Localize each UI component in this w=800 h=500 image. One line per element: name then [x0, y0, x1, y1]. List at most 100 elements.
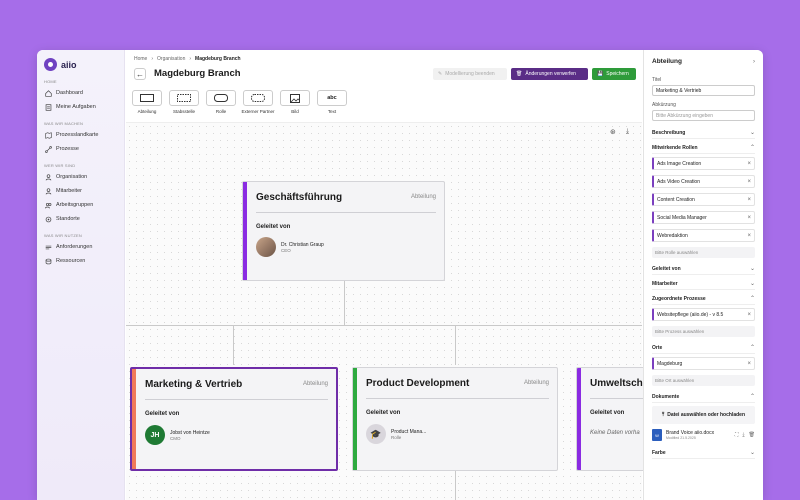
upload-icon: ⤒ [661, 412, 665, 418]
sidebar-item-dashboard[interactable]: Dashboard [42, 86, 119, 100]
sidebar-item-label: Ressourcen [56, 258, 86, 264]
role-chip: Social Media Manager × [652, 211, 755, 224]
sidebar-item-label: Prozesslandkarte [56, 132, 99, 138]
accordion-beschreibung[interactable]: Beschreibung ⌄ [652, 127, 755, 139]
close-icon[interactable]: × [747, 361, 751, 367]
card-type: Abteilung [523, 380, 549, 386]
chip-label: Webredaktion [657, 232, 688, 239]
chevron-right-icon[interactable]: › [753, 59, 755, 65]
avatar: JH [145, 425, 165, 445]
group-icon [45, 202, 52, 209]
person-role: CMO [170, 435, 181, 441]
upload-button[interactable]: ⤒ Datei auswählen oder hochladen [652, 406, 755, 424]
sidebar-item-prozesse[interactable]: Prozesse [42, 142, 119, 156]
process-chip: Websitepflege (aiio.de) - v 8.5 × [652, 308, 755, 321]
card-type: Abteilung [302, 381, 328, 387]
trash-icon[interactable]: 🗑 [749, 432, 755, 438]
sidebar-item-label: Mitarbeiter [56, 188, 82, 194]
download-icon[interactable]: ⤓ [626, 128, 634, 136]
location-select[interactable]: Bitte Ort auswählen [652, 375, 755, 386]
accordion-mitarbeiter[interactable]: Mitarbeiter ⌄ [652, 278, 755, 290]
sidebar-item-anforderungen[interactable]: Anforderungen [42, 240, 119, 254]
tool-abteilung[interactable]: Abteilung [132, 90, 162, 120]
role-chip: Ads Image Creation × [652, 157, 755, 170]
person-name: Jobst von Heintze [170, 429, 210, 436]
org-card-product-development[interactable]: Product Development Abteilung Geleitet v… [352, 367, 558, 471]
close-icon[interactable]: × [747, 179, 751, 185]
close-icon[interactable]: × [747, 197, 751, 203]
image-icon [280, 90, 310, 106]
section-label-home: HOME [44, 79, 57, 84]
breadcrumb-item[interactable]: Organisation [157, 56, 185, 62]
role-shape-icon [206, 90, 236, 106]
sidebar-item-arbeitsgruppen[interactable]: Arbeitsgruppen [42, 198, 119, 212]
breadcrumb: Home › Organisation › Magdeburg Branch [134, 56, 241, 62]
close-icon[interactable]: × [747, 215, 751, 221]
accordion-label: Orte [652, 344, 663, 351]
section-label-wer-wir-sind: WER WIR SIND [44, 163, 76, 168]
save-button[interactable]: 💾 Speichern [592, 68, 636, 80]
led-by-label: Geleitet von [256, 224, 291, 230]
discard-changes-button[interactable]: 🗑 Änderungen verwerfen [511, 68, 588, 80]
org-chart-canvas[interactable]: ⊛ ⤓ Geschäftsführung Abteilung Geleitet … [126, 122, 696, 500]
external-partner-shape-icon [243, 90, 273, 106]
preview-icon[interactable]: ⛶ [735, 432, 739, 438]
page-title: Magdeburg Branch [154, 68, 241, 79]
user-icon [45, 187, 52, 195]
tool-bild[interactable]: Bild [280, 90, 310, 120]
process-select[interactable]: Bitte Prozess auswählen [652, 326, 755, 337]
sidebar-item-prozesslandkarte[interactable]: Prozesslandkarte [42, 128, 119, 142]
sidebar-item-ressourcen[interactable]: Ressourcen [42, 254, 119, 268]
tool-rolle[interactable]: Rolle [206, 90, 236, 120]
chip-label: Websitepflege (aiio.de) - v 8.5 [657, 311, 724, 318]
breadcrumb-item[interactable]: Home [134, 56, 147, 62]
tool-stabsstelle[interactable]: Stabsstelle [169, 90, 199, 120]
close-icon[interactable]: × [747, 312, 751, 318]
app-window: aiio HOME Dashboard Meine Aufgaben WAS W… [37, 50, 763, 500]
chevron-right-icon: › [151, 56, 154, 62]
visibility-icon[interactable]: ⊛ [610, 128, 618, 136]
tool-text[interactable]: abc Text [317, 90, 347, 120]
org-card-geschaeftsfuehrung[interactable]: Geschäftsführung Abteilung Geleitet von … [242, 181, 445, 281]
file-row[interactable]: W Brand Voice aiio.docx Modified 21.5.20… [652, 429, 755, 441]
finish-modeling-button[interactable]: ✎ Modellierung beenden [433, 68, 507, 80]
sidebar-item-label: Standorte [56, 216, 80, 222]
card-divider [366, 398, 549, 399]
close-icon[interactable]: × [747, 161, 751, 167]
chevron-up-icon: ⌃ [749, 145, 755, 151]
download-icon[interactable]: ⤓ [742, 432, 744, 438]
tool-label: Abteilung [137, 109, 157, 114]
chevron-down-icon: ⌄ [749, 450, 755, 456]
location-chip: Magdeburg × [652, 357, 755, 370]
sidebar-item-meine-aufgaben[interactable]: Meine Aufgaben [42, 100, 119, 114]
sidebar-item-standorte[interactable]: Standorte [42, 212, 119, 226]
org-card-marketing-vertrieb[interactable]: Marketing & Vertrieb Abteilung Geleitet … [130, 367, 338, 471]
sidebar-item-mitarbeiter[interactable]: Mitarbeiter [42, 184, 119, 198]
accordion-mitwirkende-rollen[interactable]: Mitwirkende Rollen ⌃ [652, 142, 755, 154]
accordion-label: Farbe [652, 449, 666, 456]
card-stripe [243, 182, 247, 280]
abbreviation-input[interactable]: Bitte Abkürzung eingeben [652, 110, 755, 121]
accordion-dokumente[interactable]: Dokumente ⌃ [652, 391, 755, 403]
sidebar-item-label: Anforderungen [56, 244, 93, 250]
accordion-zugeordnete-prozesse[interactable]: Zugeordnete Prozesse ⌃ [652, 293, 755, 305]
title-input[interactable]: Marketing & Vertrieb [652, 85, 755, 96]
map-icon [45, 131, 52, 139]
sidebar-item-label: Arbeitsgruppen [56, 202, 94, 208]
accordion-orte[interactable]: Orte ⌃ [652, 342, 755, 354]
tool-label: Text [327, 109, 337, 114]
tool-label: Externer Partner [241, 109, 275, 114]
file-actions: ⛶ ⤓ 🗑 [735, 432, 755, 438]
tool-externer-partner[interactable]: Externer Partner [241, 90, 275, 120]
sidebar: aiio HOME Dashboard Meine Aufgaben WAS W… [37, 50, 125, 500]
section-label-was-wir-nutzen: WAS WIR NUTZEN [44, 233, 82, 238]
close-icon[interactable]: × [747, 233, 751, 239]
accordion-geleitet-von[interactable]: Geleitet von ⌄ [652, 263, 755, 275]
role-select[interactable]: Bitte Rolle auswählen [652, 247, 755, 258]
back-button[interactable]: ← [134, 68, 146, 80]
logo[interactable]: aiio [42, 58, 119, 71]
accordion-farbe[interactable]: Farbe ⌄ [652, 447, 755, 459]
led-by-label: Geleitet von [590, 410, 625, 416]
chevron-down-icon: ⌄ [749, 130, 755, 136]
sidebar-item-organisation[interactable]: Organisation [42, 170, 119, 184]
